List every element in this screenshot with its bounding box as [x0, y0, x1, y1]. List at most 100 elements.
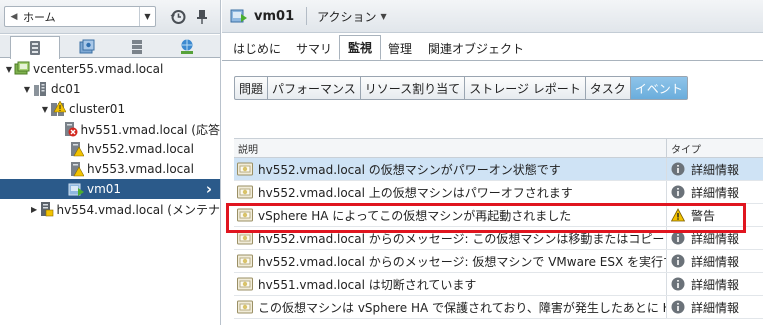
host-warning-icon [71, 142, 84, 157]
home-label: ホーム [23, 10, 56, 24]
event-description-cell: hv551.vmad.local は切断されています [234, 273, 667, 295]
vm-event-icon [237, 185, 253, 198]
table-row[interactable]: hv552.vmad.local からのメッセージ: 仮想マシンで VMware… [234, 250, 763, 273]
vcenter-icon [14, 61, 30, 75]
chevron-down-icon[interactable]: ▼ [139, 7, 155, 26]
tab-summary[interactable]: サマリ [296, 37, 332, 59]
expanded-arrow-icon[interactable]: ▼ [40, 105, 50, 114]
tab-monitor[interactable]: 監視 [339, 35, 381, 60]
table-row[interactable]: vSphere HA によってこの仮想マシンが再起動されました 警告 [234, 204, 763, 227]
toolbar-divider [306, 7, 308, 25]
history-icon[interactable] [170, 9, 186, 25]
subtab-resource-allocation[interactable]: リソース割り当て [361, 77, 466, 99]
tabs-divider [222, 60, 763, 61]
info-icon [671, 231, 685, 245]
vm-event-icon [237, 162, 253, 175]
info-icon [671, 162, 685, 176]
event-description: hv552.vmad.local からのメッセージ: この仮想マシンは移動または… [258, 231, 667, 246]
event-description: vSphere HA によってこの仮想マシンが再起動されました [258, 208, 572, 223]
tree-node-cluster[interactable]: ▼ cluster01 [0, 99, 220, 119]
event-description-cell: hv552.vmad.local からのメッセージ: この仮想マシンは移動または… [234, 227, 667, 249]
event-description: この仮想マシンは vSphere HA で保護されており、障害が発生したあとに … [258, 300, 667, 315]
tree-node-host-hv551[interactable]: hv551.vmad.local (応答 [0, 119, 220, 139]
content-pane: vm01 アクション ▼ はじめに サマリ 監視 管理 関連オブジェクト 問題 … [222, 0, 763, 325]
tree-node-datacenter[interactable]: ▼ dc01 [0, 79, 220, 99]
tree-node-host-hv552[interactable]: hv552.vmad.local [0, 139, 220, 159]
tree-node-label: vcenter55.vmad.local [33, 62, 164, 76]
info-icon [671, 185, 685, 199]
actions-label: アクション [317, 9, 377, 24]
event-type-cell: 詳細情報 [667, 158, 763, 180]
subtab-events[interactable]: イベント [630, 77, 687, 99]
column-header-type[interactable]: タイプ [667, 139, 763, 157]
tree-node-vm01[interactable]: vm01 › [0, 179, 220, 199]
object-header: vm01 アクション ▼ [222, 0, 763, 33]
event-description-cell: hv552.vmad.local からのメッセージ: 仮想マシンで VMware… [234, 250, 667, 272]
navigator-toolbar: ◀ ホーム ▼ [0, 0, 220, 34]
main-tabs: はじめに サマリ 監視 管理 関連オブジェクト [222, 35, 763, 60]
tree-node-label: hv551.vmad.local (応答 [80, 122, 220, 137]
table-row[interactable]: この仮想マシンは vSphere HA で保護されており、障害が発生したあとに … [234, 296, 763, 319]
tab-getting-started[interactable]: はじめに [233, 37, 281, 59]
event-type: 詳細情報 [691, 277, 740, 292]
host-warning-icon [71, 162, 84, 177]
tree-node-label: hv552.vmad.local [87, 142, 194, 156]
tree-node-vcenter[interactable]: ▼ vcenter55.vmad.local [0, 59, 220, 79]
grid-body: hv552.vmad.local の仮想マシンがパワーオン状態です 詳細情報 hv5… [234, 158, 763, 319]
event-type-cell: 詳細情報 [667, 273, 763, 295]
datacenter-icon [34, 82, 46, 96]
storage-icon [132, 40, 142, 54]
event-type: 詳細情報 [691, 254, 740, 269]
tree-node-label: hv554.vmad.local (メンテナ [56, 202, 220, 217]
chevron-down-icon: ▼ [380, 11, 387, 21]
networking-icon [181, 39, 193, 54]
expanded-arrow-icon[interactable]: ▼ [22, 85, 32, 94]
tree-node-label: hv553.vmad.local [87, 162, 194, 176]
event-type: 詳細情報 [691, 185, 740, 200]
subtab-tasks[interactable]: タスク [586, 77, 631, 99]
tab-storage[interactable] [112, 36, 162, 58]
event-description-cell: この仮想マシンは vSphere HA で保護されており、障害が発生したあとに … [234, 296, 667, 318]
collapsed-arrow-icon[interactable]: ▶ [31, 205, 38, 214]
tab-vms-templates[interactable] [62, 36, 112, 58]
home-button[interactable]: ◀ ホーム ▼ [4, 6, 156, 27]
event-description: hv552.vmad.local 上の仮想マシンはパワーオフされます [258, 185, 573, 200]
chevron-right-icon[interactable]: › [206, 180, 212, 198]
expanded-arrow-icon[interactable]: ▼ [4, 65, 14, 74]
event-description-cell: hv552.vmad.local 上の仮想マシンはパワーオフされます [234, 181, 667, 203]
monitor-subtabs: 問題 パフォーマンス リソース割り当て ストレージ レポート タスク イベント [234, 76, 688, 100]
hosts-clusters-icon [30, 41, 40, 55]
event-type-cell: 詳細情報 [667, 181, 763, 203]
table-row[interactable]: hv552.vmad.local の仮想マシンがパワーオン状態です 詳細情報 [234, 158, 763, 181]
navigator-tabs [0, 35, 220, 59]
table-row[interactable]: hv551.vmad.local は切断されています 詳細情報 [234, 273, 763, 296]
tab-networking[interactable] [162, 36, 212, 58]
actions-menu[interactable]: アクション ▼ [317, 8, 387, 25]
subtab-storage-reports[interactable]: ストレージ レポート [465, 77, 586, 99]
subtab-issues[interactable]: 問題 [235, 77, 269, 99]
tree-node-host-hv554[interactable]: ▶ hv554.vmad.local (メンテナ [0, 199, 220, 219]
grid-header: 説明 タイプ [234, 138, 763, 158]
event-description-cell: hv552.vmad.local の仮想マシンがパワーオン状態です [234, 158, 667, 180]
vm-event-icon [237, 208, 253, 221]
vms-templates-icon [79, 39, 95, 54]
column-header-description[interactable]: 説明 [234, 139, 667, 157]
event-type: 詳細情報 [691, 231, 740, 246]
subtab-performance[interactable]: パフォーマンス [268, 77, 361, 99]
tab-hosts-clusters[interactable] [10, 36, 60, 59]
tree-node-host-hv553[interactable]: hv553.vmad.local [0, 159, 220, 179]
object-title: vm01 [254, 8, 295, 24]
pin-icon[interactable] [196, 9, 208, 25]
tree-node-label: dc01 [51, 82, 81, 96]
table-row[interactable]: hv552.vmad.local 上の仮想マシンはパワーオフされます 詳細情報 [234, 181, 763, 204]
tab-related-objects[interactable]: 関連オブジェクト [428, 37, 524, 59]
events-grid: 説明 タイプ hv552.vmad.local の仮想マシンがパワーオン状態です… [234, 138, 763, 319]
tab-manage[interactable]: 管理 [388, 37, 412, 59]
navigator-pane: ◀ ホーム ▼ ▼ vcenter55.vmad.local ▼ dc01 ▼ … [0, 0, 221, 325]
tree-node-label: vm01 [87, 182, 122, 196]
table-row[interactable]: hv552.vmad.local からのメッセージ: この仮想マシンは移動または… [234, 227, 763, 250]
event-type-cell: 詳細情報 [667, 227, 763, 249]
vm-event-icon [237, 277, 253, 290]
back-arrow-icon[interactable]: ◀ [8, 12, 20, 22]
tree-node-label: cluster01 [69, 102, 126, 116]
